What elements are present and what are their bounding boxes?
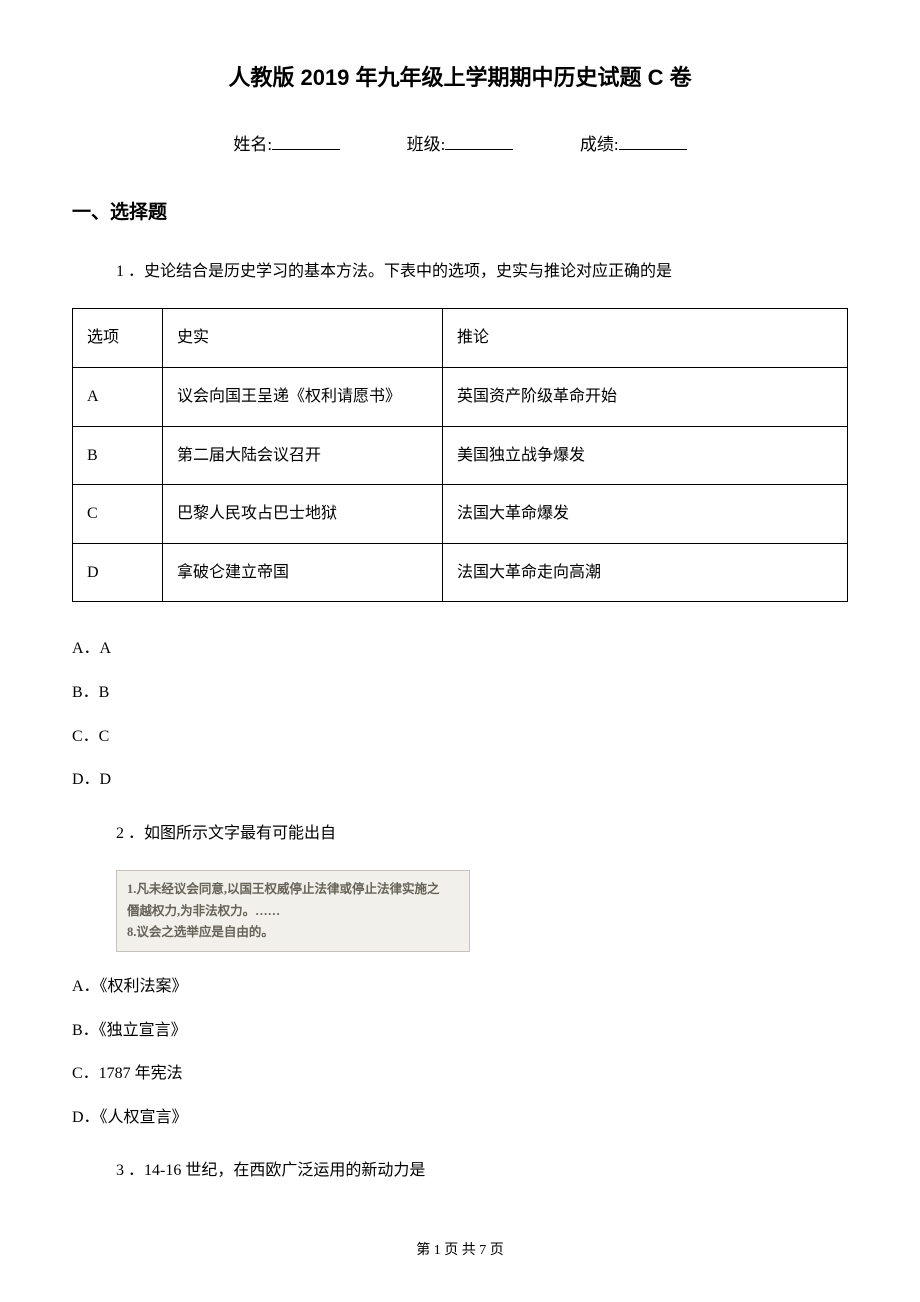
q1-options: A．A B．B C．C D．D [72,636,848,792]
page-title: 人教版 2019 年九年级上学期期中历史试题 C 卷 [72,60,848,95]
q3-stem: 3 ．14-16 世纪，在西欧广泛运用的新动力是 [116,1158,848,1184]
q1-table: 选项 史实 推论 A 议会向国王呈递《权利请愿书》 英国资产阶级革命开始 B 第… [72,308,848,602]
q1-header-infer: 推论 [443,309,848,368]
q1-header-opt: 选项 [73,309,163,368]
q1-opt: A [73,367,163,426]
q2-options: A．《权利法案》 B．《独立宣言》 C．1787 年宪法 D．《人权宣言》 [72,974,848,1130]
q1-fact: 议会向国王呈递《权利请愿书》 [163,367,443,426]
score-label: 成绩: [580,135,619,154]
q1-infer: 美国独立战争爆发 [443,426,848,485]
class-blank[interactable] [445,133,513,150]
q1-fact: 第二届大陆会议召开 [163,426,443,485]
q1-infer: 法国大革命爆发 [443,485,848,544]
student-info-line: 姓名: 班级: 成绩: [72,131,848,158]
q2-option-b[interactable]: B．《独立宣言》 [72,1018,848,1044]
q2-quote-line: 僭越权力,为非法权力。…… [127,901,459,922]
q1-option-b[interactable]: B．B [72,680,848,706]
q1-infer: 英国资产阶级革命开始 [443,367,848,426]
score-blank[interactable] [619,133,687,150]
q1-opt: D [73,543,163,602]
q1-opt: C [73,485,163,544]
q2-stem: 2 ．如图所示文字最有可能出自 [116,821,848,847]
table-row: D 拿破仑建立帝国 法国大革命走向高潮 [73,543,848,602]
q1-stem: 1 ．史论结合是历史学习的基本方法。下表中的选项，史实与推论对应正确的是 [116,259,848,285]
class-label: 班级: [407,135,446,154]
q2-option-d[interactable]: D．《人权宣言》 [72,1105,848,1131]
q1-option-d[interactable]: D．D [72,767,848,793]
page-footer: 第 1 页 共 7 页 [72,1240,848,1262]
table-row: C 巴黎人民攻占巴士地狱 法国大革命爆发 [73,485,848,544]
q1-fact: 拿破仑建立帝国 [163,543,443,602]
name-label: 姓名: [233,135,272,154]
q1-header-fact: 史实 [163,309,443,368]
table-row: A 议会向国王呈递《权利请愿书》 英国资产阶级革命开始 [73,367,848,426]
table-row: B 第二届大陆会议召开 美国独立战争爆发 [73,426,848,485]
q1-infer: 法国大革命走向高潮 [443,543,848,602]
table-row: 选项 史实 推论 [73,309,848,368]
q2-option-a[interactable]: A．《权利法案》 [72,974,848,1000]
q1-opt: B [73,426,163,485]
q2-quote-line: 1.凡未经议会同意,以国王权威停止法律或停止法律实施之 [127,879,459,900]
q2-option-c[interactable]: C．1787 年宪法 [72,1061,848,1087]
q2-quote-line: 8.议会之选举应是自由的。 [127,922,459,943]
section-1-heading: 一、选择题 [72,198,848,228]
q1-fact: 巴黎人民攻占巴士地狱 [163,485,443,544]
q1-option-c[interactable]: C．C [72,724,848,750]
q2-quote-image: 1.凡未经议会同意,以国王权威停止法律或停止法律实施之 僭越权力,为非法权力。…… [116,870,470,952]
q1-option-a[interactable]: A．A [72,636,848,662]
name-blank[interactable] [272,133,340,150]
